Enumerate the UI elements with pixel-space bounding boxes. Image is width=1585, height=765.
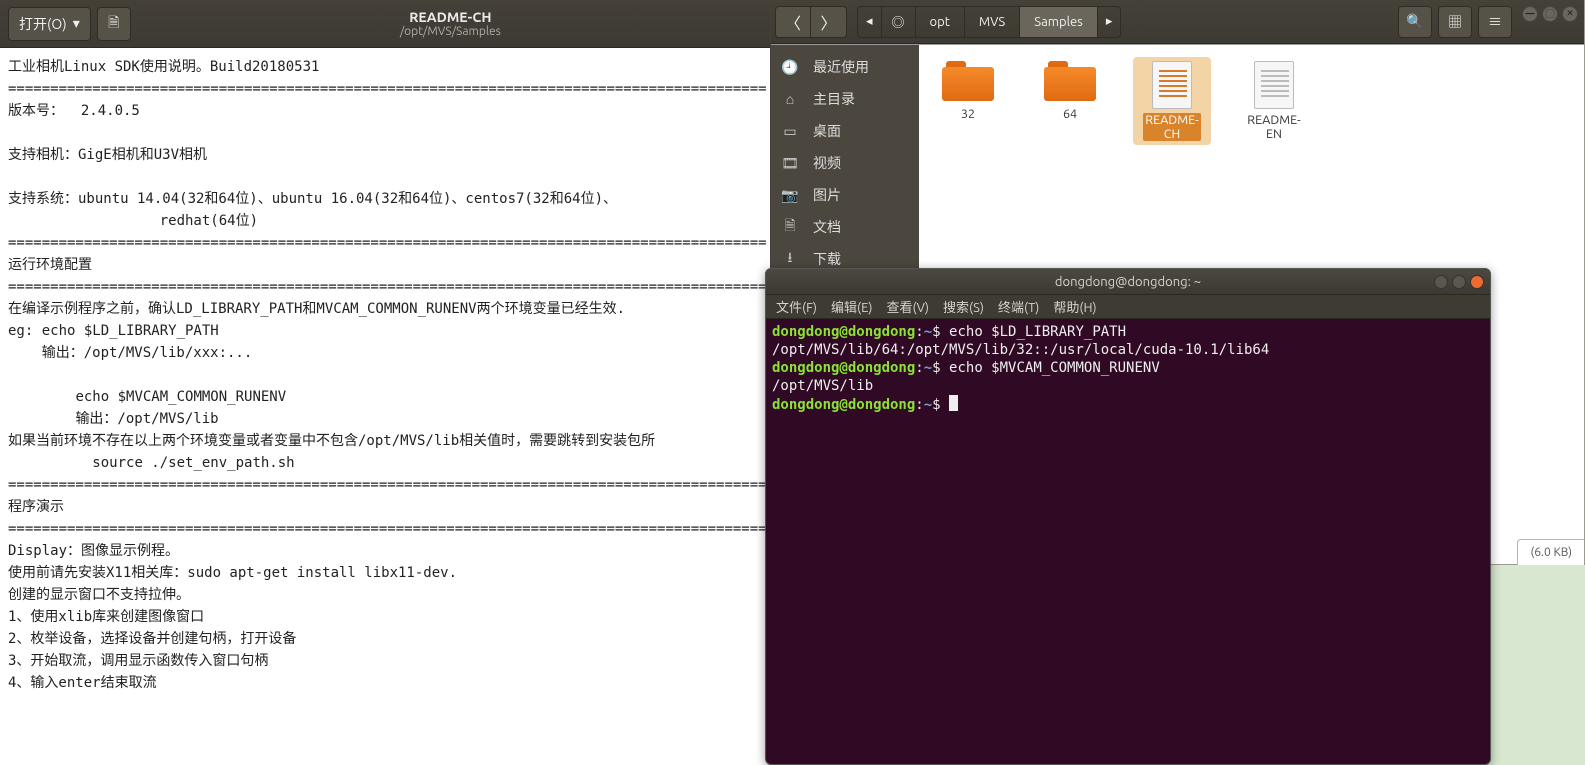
terminal-titlebar: dongdong@dongdong: ~ xyxy=(766,269,1490,295)
terminal-menubar: 文件(F) 编辑(E) 查看(V) 搜索(S) 终端(T) 帮助(H) xyxy=(766,295,1490,319)
terminal-window-controls xyxy=(1434,275,1484,289)
menu-icon: ≡ xyxy=(1488,12,1502,32)
sidebar-label: 最近使用 xyxy=(813,57,869,77)
file-label: README-EN xyxy=(1247,113,1300,141)
path-seg-samples[interactable]: Samples xyxy=(1020,7,1098,37)
prompt-path: ~ xyxy=(924,324,932,340)
maximize-button[interactable]: ▢ xyxy=(1542,6,1558,22)
forward-button[interactable]: 〉 xyxy=(811,6,847,38)
prompt-user: dongdong@dongdong xyxy=(772,324,915,340)
search-icon: 🔍 xyxy=(1406,13,1423,30)
minimize-button[interactable] xyxy=(1434,275,1448,289)
window-controls: ━ ▢ ✕ xyxy=(1522,6,1578,38)
close-button[interactable] xyxy=(1470,275,1484,289)
folder-icon xyxy=(942,61,994,103)
file-label: 32 xyxy=(961,107,975,121)
terminal-title: dongdong@dongdong: ~ xyxy=(1055,275,1201,289)
camera-icon: 📷 xyxy=(781,187,799,204)
menu-file[interactable]: 文件(F) xyxy=(776,297,817,316)
sidebar-item-home[interactable]: ⌂ 主目录 xyxy=(771,83,919,115)
cmd-1: echo $LD_LIBRARY_PATH xyxy=(949,324,1126,340)
folder-32[interactable]: 32 xyxy=(929,57,1007,125)
chevron-down-icon: ▾ xyxy=(73,15,80,32)
maximize-button[interactable] xyxy=(1452,275,1466,289)
grid-icon: ▦ xyxy=(1448,12,1462,32)
gedit-title: README-CH xyxy=(131,9,770,25)
file-label: 64 xyxy=(1063,107,1077,121)
clock-icon: 🕘 xyxy=(781,59,799,76)
gedit-headerbar: 打开(O) ▾ 🗎 README-CH /opt/MVS/Samples xyxy=(0,0,770,48)
sidebar-label: 主目录 xyxy=(813,89,855,109)
file-readme-en[interactable]: README-EN xyxy=(1235,57,1313,145)
open-button[interactable]: 打开(O) ▾ xyxy=(8,7,91,41)
close-button[interactable]: ✕ xyxy=(1562,6,1578,22)
sidebar-item-pictures[interactable]: 📷 图片 xyxy=(771,179,919,211)
sidebar-label: 文档 xyxy=(813,217,841,237)
terminal-window: dongdong@dongdong: ~ 文件(F) 编辑(E) 查看(V) 搜… xyxy=(765,268,1491,765)
sidebar-label: 桌面 xyxy=(813,121,841,141)
sidebar-item-recent[interactable]: 🕘 最近使用 xyxy=(771,51,919,83)
chevron-right-icon: 〉 xyxy=(820,10,836,34)
text-file-icon xyxy=(1254,61,1294,109)
file-readme-ch[interactable]: README-CH xyxy=(1133,57,1211,145)
nav-buttons: 〈 〉 xyxy=(775,6,847,38)
header-right: 🔍 ▦ ≡ ━ ▢ ✕ xyxy=(1398,6,1578,38)
sidebar-item-videos[interactable]: 🎞 视频 xyxy=(771,147,919,179)
gedit-title-block: README-CH /opt/MVS/Samples xyxy=(131,9,770,38)
path-overflow-right[interactable]: ▸ xyxy=(1098,7,1121,37)
open-label: 打开(O) xyxy=(19,14,67,34)
out-2: /opt/MVS/lib xyxy=(772,378,873,394)
new-doc-icon: 🗎 xyxy=(108,12,119,36)
menu-help[interactable]: 帮助(H) xyxy=(1053,297,1096,316)
cmd-2: echo $MVCAM_COMMON_RUNENV xyxy=(949,360,1160,376)
new-tab-button[interactable]: 🗎 xyxy=(97,7,131,41)
view-grid-button[interactable]: ▦ xyxy=(1438,6,1472,38)
out-1: /opt/MVS/lib/64:/opt/MVS/lib/32::/usr/lo… xyxy=(772,342,1269,358)
document-icon: 🗎 xyxy=(781,215,799,239)
menu-search[interactable]: 搜索(S) xyxy=(943,297,984,316)
sidebar-item-documents[interactable]: 🗎 文档 xyxy=(771,211,919,243)
back-button[interactable]: 〈 xyxy=(775,6,811,38)
prompt-path: ~ xyxy=(924,397,932,413)
minimize-button[interactable]: ━ xyxy=(1522,6,1538,22)
text-file-icon xyxy=(1152,61,1192,109)
chevron-left-icon: 〈 xyxy=(785,10,801,34)
search-button[interactable]: 🔍 xyxy=(1398,6,1432,38)
desktop-icon: ▭ xyxy=(781,123,799,140)
prompt-user: dongdong@dongdong xyxy=(772,360,915,376)
prompt-user: dongdong@dongdong xyxy=(772,397,915,413)
path-seg-mvs[interactable]: MVS xyxy=(965,7,1020,37)
gedit-subtitle: /opt/MVS/Samples xyxy=(131,25,770,38)
video-icon: 🎞 xyxy=(781,155,799,172)
gedit-textview[interactable]: 工业相机Linux SDK使用说明。Build20180531 ========… xyxy=(0,48,770,765)
sidebar-item-desktop[interactable]: ▭ 桌面 xyxy=(771,115,919,147)
status-bar: (6.0 KB) xyxy=(1517,539,1584,565)
hamburger-button[interactable]: ≡ xyxy=(1478,6,1512,38)
menu-edit[interactable]: 编辑(E) xyxy=(831,297,872,316)
path-seg-opt[interactable]: opt xyxy=(916,7,965,37)
sidebar-label: 视频 xyxy=(813,153,841,173)
sidebar-label: 下载 xyxy=(813,249,841,269)
folder-icon xyxy=(1044,61,1096,103)
file-label: README-CH xyxy=(1143,113,1200,141)
sidebar-label: 图片 xyxy=(813,185,841,205)
path-overflow-left[interactable]: ◂ xyxy=(858,7,882,37)
menu-terminal[interactable]: 终端(T) xyxy=(998,297,1039,316)
path-disk-icon[interactable]: ◎ xyxy=(882,7,916,37)
gedit-window: 打开(O) ▾ 🗎 README-CH /opt/MVS/Samples 工业相… xyxy=(0,0,770,765)
folder-64[interactable]: 64 xyxy=(1031,57,1109,125)
prompt-path: ~ xyxy=(924,360,932,376)
terminal-body[interactable]: dongdong@dongdong:~$ echo $LD_LIBRARY_PA… xyxy=(766,319,1490,764)
menu-view[interactable]: 查看(V) xyxy=(887,297,929,316)
cursor xyxy=(949,395,958,411)
nautilus-headerbar: 〈 〉 ◂ ◎ opt MVS Samples ▸ 🔍 ▦ ≡ ━ ▢ ✕ xyxy=(771,0,1584,44)
home-icon: ⌂ xyxy=(781,91,799,107)
path-bar: ◂ ◎ opt MVS Samples ▸ xyxy=(857,6,1121,38)
